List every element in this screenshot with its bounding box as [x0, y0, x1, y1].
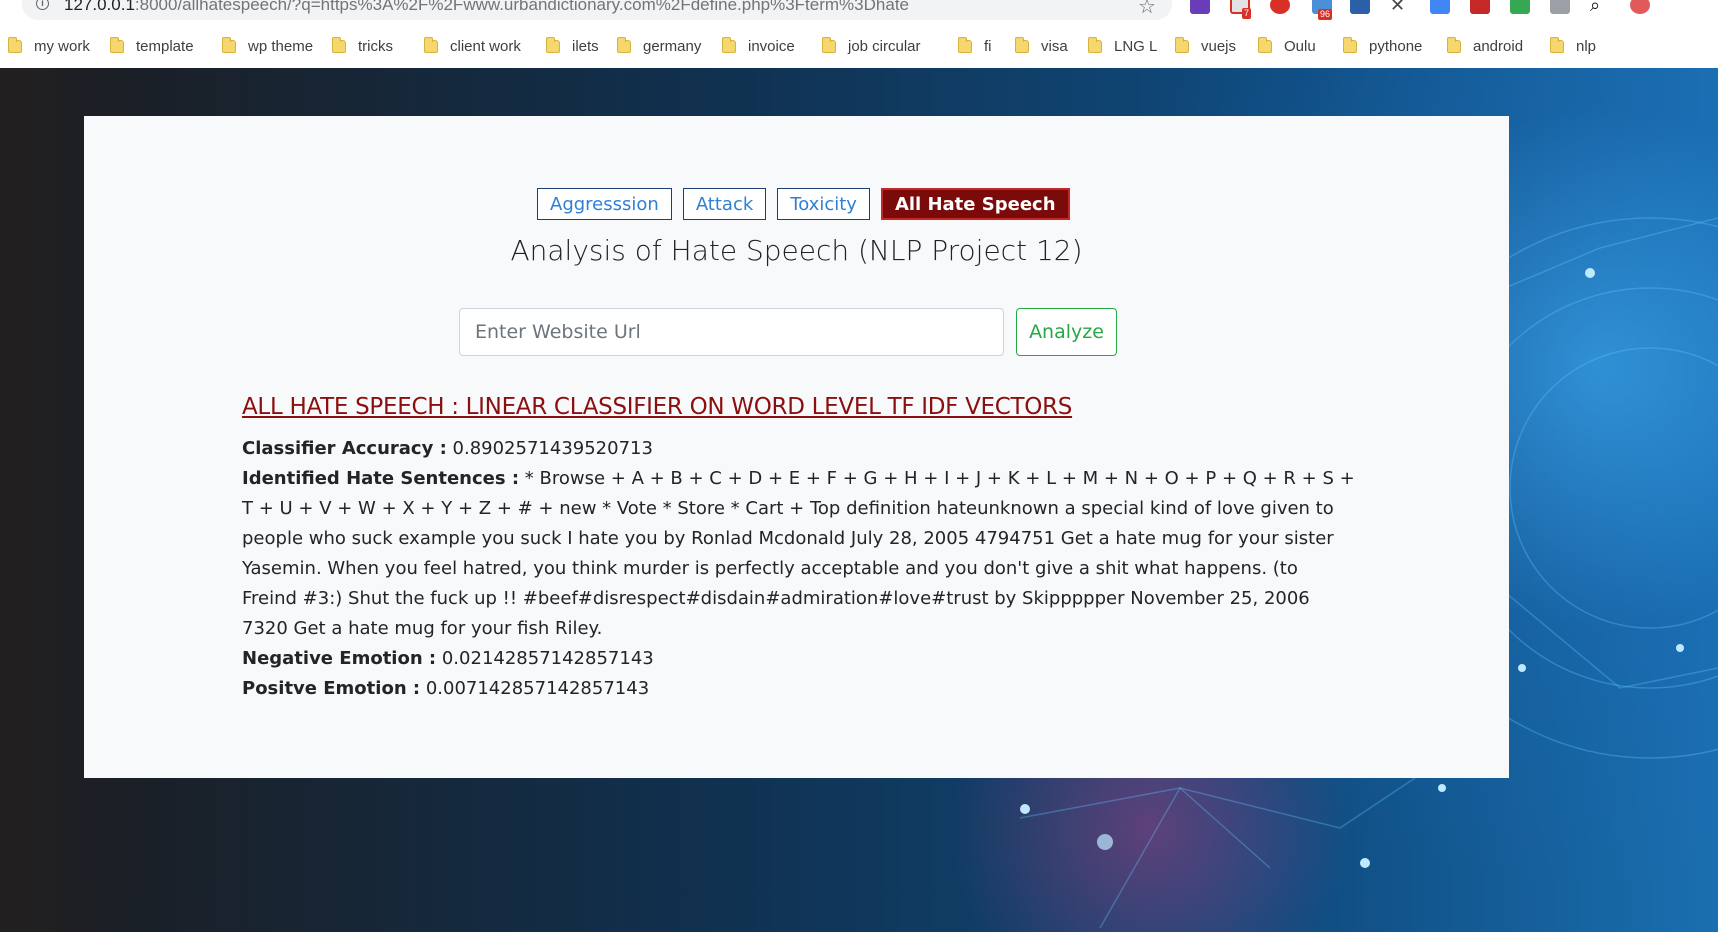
accuracy-value: 0.8902571439520713: [452, 438, 653, 459]
extension-check-icon[interactable]: [1510, 0, 1530, 14]
page-title: Analysis of Hate Speech (NLP Project 12): [510, 234, 1083, 267]
folder-icon: [546, 36, 560, 53]
folder-icon: [222, 36, 236, 53]
folder-icon: [424, 36, 438, 53]
bookmark-label: LNG L: [1114, 37, 1158, 55]
bookmark-star-icon[interactable]: ☆: [1138, 0, 1156, 19]
folder-icon: [822, 36, 836, 53]
negative-label: Negative Emotion :: [242, 648, 437, 669]
bookmark-label: vuejs: [1201, 37, 1237, 55]
tab-all-hate-speech[interactable]: All Hate Speech: [880, 188, 1070, 220]
bookmark-android[interactable]: android: [1447, 36, 1523, 56]
positive-row: Positve Emotion : 0.007142857142857143: [242, 674, 1357, 704]
bookmark-vuejs[interactable]: vuejs: [1175, 36, 1236, 56]
bookmarks-bar: my work template wp theme tricks client work…: [0, 22, 1718, 69]
bookmark-label: tricks: [358, 37, 393, 55]
negative-value: 0.02142857142857143: [441, 648, 654, 669]
accuracy-row: Classifier Accuracy : 0.8902571439520713: [242, 434, 1357, 464]
bookmark-visa[interactable]: visa: [1015, 36, 1068, 56]
folder-icon: [332, 36, 346, 53]
extension-cloud-badge: 96: [1318, 9, 1333, 20]
adblock-icon[interactable]: [1270, 0, 1290, 14]
tab-toxicity[interactable]: Toxicity: [777, 188, 870, 220]
main-card: Aggresssion Attack Toxicity All Hate Spe…: [84, 116, 1509, 778]
bookmark-fi[interactable]: fi: [958, 36, 992, 56]
sentences-row: Identified Hate Sentences : * Browse + A…: [242, 464, 1357, 644]
positive-label: Positve Emotion :: [242, 678, 421, 699]
extension-box-icon[interactable]: [1350, 0, 1370, 14]
folder-icon: [1015, 36, 1029, 53]
url-host: 127.0.0.1: [64, 0, 135, 14]
bookmark-ilets[interactable]: ilets: [546, 36, 599, 56]
bookmark-label: Oulu: [1284, 37, 1316, 55]
folder-icon: [617, 36, 631, 53]
x-extension-icon[interactable]: ✕: [1390, 0, 1410, 14]
result-heading[interactable]: ALL HATE SPEECH : LINEAR CLASSIFIER ON W…: [242, 394, 1072, 420]
folder-icon: [722, 36, 736, 53]
url-path: :8000/allhatespeech/?q=https%3A%2F%2Fwww…: [134, 0, 909, 14]
results-panel: Classifier Accuracy : 0.8902571439520713…: [242, 434, 1357, 704]
url-input[interactable]: [459, 308, 1004, 356]
bookmark-oulu[interactable]: Oulu: [1258, 36, 1316, 56]
bookmark-template[interactable]: template: [110, 36, 194, 56]
extension-purple-icon[interactable]: [1190, 0, 1210, 14]
bookmark-label: nlp: [1576, 37, 1597, 55]
bookmark-label: my work: [34, 37, 90, 55]
sentences-label: Identified Hate Sentences :: [242, 468, 520, 489]
bookmark-label: pythone: [1369, 37, 1423, 55]
positive-value: 0.007142857142857143: [425, 678, 650, 699]
folder-icon: [1343, 36, 1357, 53]
extension-shield-icon[interactable]: [1630, 0, 1650, 14]
bookmark-pythone[interactable]: pythone: [1343, 36, 1422, 56]
bookmark-label: invoice: [748, 37, 795, 55]
tab-attack[interactable]: Attack: [682, 188, 767, 220]
bookmark-nlp[interactable]: nlp: [1550, 36, 1596, 56]
folder-icon: [958, 36, 972, 53]
folder-icon: [110, 36, 124, 53]
url-text[interactable]: 127.0.0.1:8000/allhatespeech/?q=https%3A…: [64, 0, 909, 15]
extension-v-icon[interactable]: [1550, 0, 1570, 14]
bookmark-germany[interactable]: germany: [617, 36, 701, 56]
folder-icon: [1175, 36, 1189, 53]
translate-icon[interactable]: [1430, 0, 1450, 14]
bookmark-label: visa: [1041, 37, 1068, 55]
gmail-badge: 7: [1242, 8, 1252, 19]
tab-aggression[interactable]: Aggresssion: [537, 188, 672, 220]
bookmark-tricks[interactable]: tricks: [332, 36, 393, 56]
bookmark-label: android: [1473, 37, 1524, 55]
bookmark-wp-theme[interactable]: wp theme: [222, 36, 313, 56]
bookmark-invoice[interactable]: invoice: [722, 36, 795, 56]
search-extension-icon[interactable]: ⌕: [1590, 0, 1610, 14]
address-bar: i 127.0.0.1:8000/allhatespeech/?q=https%…: [0, 0, 1718, 22]
analysis-tabs: Aggresssion Attack Toxicity All Hate Spe…: [537, 188, 1070, 220]
folder-icon: [1550, 36, 1564, 53]
bookmark-client-work[interactable]: client work: [424, 36, 521, 56]
sentences-value: * Browse + A + B + C + D + E + F + G + H…: [242, 468, 1355, 639]
bookmark-label: fi: [984, 37, 992, 55]
negative-row: Negative Emotion : 0.02142857142857143: [242, 644, 1357, 674]
folder-icon: [1447, 36, 1461, 53]
folder-icon: [1088, 36, 1102, 53]
bookmark-label: client work: [450, 37, 521, 55]
bookmark-label: template: [136, 37, 194, 55]
folder-icon: [8, 36, 22, 53]
bookmark-lng-l[interactable]: LNG L: [1088, 36, 1157, 56]
bookmark-label: ilets: [572, 37, 599, 55]
accuracy-label: Classifier Accuracy :: [242, 438, 447, 459]
extension-red-icon[interactable]: [1470, 0, 1490, 14]
analyze-button[interactable]: Analyze: [1016, 308, 1117, 356]
bookmark-label: job circular: [848, 37, 921, 55]
folder-icon: [1258, 36, 1272, 53]
bookmark-label: wp theme: [248, 37, 314, 55]
bookmark-label: germany: [643, 37, 702, 55]
bookmark-my-work[interactable]: my work: [8, 36, 90, 56]
bookmark-job-circular[interactable]: job circular: [822, 36, 921, 56]
